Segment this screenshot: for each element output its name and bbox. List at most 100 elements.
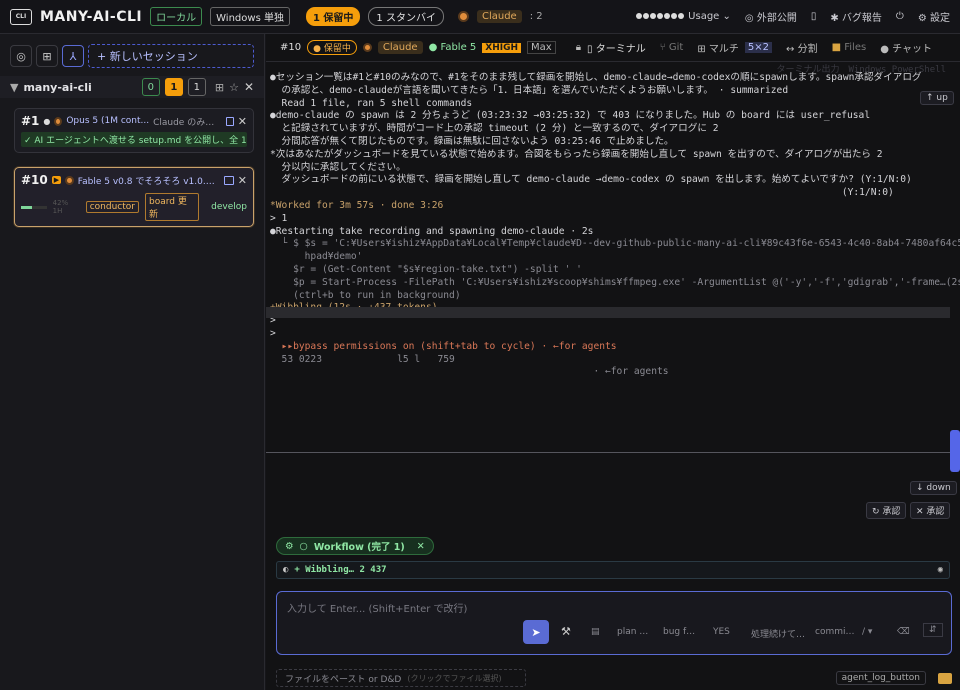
bug-button[interactable]: ✱ バグ報告 xyxy=(830,9,882,24)
star-icon[interactable]: ☆ xyxy=(229,81,239,94)
window-icon[interactable] xyxy=(225,116,234,126)
workflow-chip[interactable]: ⚙ ○ Workflow (完了 1) ✕ xyxy=(276,537,434,555)
main-panel: #10 ● 保留中 Claude ● Fable 5 XHIGH Max 🔒︎ … xyxy=(266,34,960,690)
session-tab-bar: #10 ● 保留中 Claude ● Fable 5 XHIGH Max 🔒︎ … xyxy=(266,34,960,62)
claude-icon xyxy=(362,43,372,52)
slash-menu[interactable]: / ▾ xyxy=(862,627,872,637)
tab-multi[interactable]: ⊞ マルチ xyxy=(697,40,739,55)
session-status: ✓ AI エージェントへ渡せる setup.md を公開し、全 18 個のコ xyxy=(21,132,247,147)
tree-icon[interactable]: ⅄ xyxy=(62,45,84,67)
gear-icon: ⚙ xyxy=(917,13,927,24)
grid-icon[interactable]: ⊞ xyxy=(36,45,58,67)
input-separator xyxy=(266,307,950,318)
play-icon: ▶ xyxy=(51,176,62,184)
quick-continue[interactable]: 処理続けて… xyxy=(751,627,805,640)
reject-button[interactable]: ✕ 承認 xyxy=(910,502,951,519)
dropzone-hint: (クリックでファイル選択) xyxy=(407,673,502,683)
scrollbar-thumb[interactable] xyxy=(950,430,960,472)
tag-conductor[interactable]: conductor xyxy=(85,201,139,213)
scroll-up-button[interactable]: ↑ up xyxy=(920,91,954,105)
claude-badge[interactable]: Claude xyxy=(476,10,522,23)
external-button[interactable]: ◎ 外部公開 xyxy=(745,9,797,24)
effort-badge[interactable]: XHIGH xyxy=(482,42,522,53)
progress-bar xyxy=(21,205,47,209)
session-card-10[interactable]: #10 ▶ Fable 5 v0.8 でそろそろ v1.0.0 が見 ✕ 42%… xyxy=(14,167,254,227)
send-icon: ➤ xyxy=(531,625,541,639)
new-session-button[interactable]: + 新しいセッション xyxy=(88,44,254,68)
doc-icon[interactable]: ▤ xyxy=(591,627,600,637)
activity-row: ◐ + Wibbling… 2 437 ◉ xyxy=(276,561,950,579)
terminal-line: ▸▸bypass permissions on (shift+tab to cy… xyxy=(270,340,617,352)
tab-git[interactable]: ⑂ Git xyxy=(660,42,684,53)
tab-split[interactable]: ↔ 分割 xyxy=(786,40,818,55)
lock-icon[interactable]: 🔒︎ xyxy=(576,42,581,53)
tab-session-number: #10 xyxy=(280,42,302,53)
tab-multi-label: マルチ xyxy=(708,44,739,55)
collapse-icon[interactable]: ▼ xyxy=(10,81,18,94)
file-dropzone[interactable]: ファイルをペースト or D&D (クリックでファイル選択) xyxy=(276,669,526,687)
max-label[interactable]: Max xyxy=(527,41,556,54)
tag-board-update[interactable]: board 更新 xyxy=(144,193,200,221)
quick-commit[interactable]: commi… xyxy=(815,627,855,637)
tab-files-label: Files xyxy=(844,42,867,53)
terminal-line: > 1 xyxy=(270,212,288,224)
terminal-line: ●demo-claude の spawn は 2 分ちょうど (03:23:32… xyxy=(270,110,871,122)
group-header[interactable]: ▼ many-ai-cli 0 1 1 ⊞ ☆ ✕ xyxy=(0,76,264,98)
expand-icon[interactable]: ⇵ xyxy=(923,623,943,637)
power-icon[interactable]: ⏻ xyxy=(896,11,904,22)
quick-yes[interactable]: YES xyxy=(713,627,730,637)
tab-files[interactable]: ■ Files xyxy=(832,42,867,53)
tab-split-label: 分割 xyxy=(797,44,818,55)
close-icon[interactable]: ✕ xyxy=(417,541,425,552)
terminal-line: *Worked for 3m 57s · done 3:26 xyxy=(270,199,444,211)
prompt-placeholder: 入力して Enter... (Shift+Enter で改行) xyxy=(287,604,468,615)
standby-pill[interactable]: 1 スタンバイ xyxy=(368,7,444,26)
window-icon[interactable] xyxy=(224,175,234,185)
terminal-line: > xyxy=(270,327,276,339)
palette-icon[interactable]: ◉ xyxy=(938,565,943,575)
top-bar: CLI MANY-AI-CLI ローカル Windows 単独 1 保留中 1 … xyxy=(0,0,960,34)
close-icon[interactable]: ✕ xyxy=(238,174,247,187)
grid-small-icon[interactable]: ⊞ xyxy=(215,81,224,94)
model-name: Fable 5 xyxy=(440,42,477,53)
settings-button[interactable]: ⚙ 設定 xyxy=(918,9,950,24)
agent-log-button[interactable]: agent_log_button xyxy=(835,671,926,685)
usage-button[interactable]: Usage ⌄ xyxy=(635,11,731,22)
clear-icon[interactable]: ⌫ xyxy=(897,627,910,637)
terminal-line: ダッシュボードの前にいる状態で、録画を開始し直して demo-claude →d… xyxy=(270,174,912,186)
hold-badge: ● 保留中 xyxy=(307,40,357,55)
count-idle: 0 xyxy=(141,78,160,96)
terminal-line: ●Restarting take recording and spawning … xyxy=(270,225,594,237)
tab-terminal[interactable]: ▯ ターミナル xyxy=(587,40,646,55)
layout-badge[interactable]: 5×2 xyxy=(744,42,773,53)
hold-pill[interactable]: 1 保留中 xyxy=(305,7,361,26)
terminal-faded-header: ターミナル出力 Windows PowerShell xyxy=(776,65,946,75)
quick-plan[interactable]: plan … xyxy=(617,627,648,637)
prompt-input[interactable]: 入力して Enter... (Shift+Enter で改行) ➤ ⚒ ▤ pl… xyxy=(276,591,952,655)
target-icon[interactable]: ◎ xyxy=(10,45,32,67)
close-icon[interactable]: ✕ xyxy=(244,80,254,94)
phone-icon[interactable]: ▯ xyxy=(811,11,817,22)
terminal-line: 分以内に承認してください。 xyxy=(270,161,406,173)
session-card-1[interactable]: #1 ● Opus 5 (1M cont... Claude のみってな... … xyxy=(14,108,254,153)
close-icon[interactable]: ✕ xyxy=(238,115,247,128)
send-button[interactable]: ➤ xyxy=(523,620,549,644)
folder-icon[interactable] xyxy=(938,672,952,684)
settings-label: 設定 xyxy=(930,13,950,24)
approve-button[interactable]: ↻ 承認 xyxy=(866,502,907,519)
hammer-icon[interactable]: ⚒ xyxy=(561,625,571,638)
claude-icon xyxy=(65,175,74,185)
scroll-down-button[interactable]: ↓ down xyxy=(910,481,957,495)
usage-label: Usage xyxy=(688,11,720,22)
terminal-output[interactable]: ターミナル出力 Windows PowerShell ●セッション一覧は#1と#… xyxy=(266,62,960,537)
terminal-line: $r = (Get-Content "$s¥region-take.txt") … xyxy=(270,263,582,275)
tab-terminal-label: ターミナル xyxy=(595,44,646,55)
terminal-line: $p = Start-Process -FilePath 'C:¥Users¥i… xyxy=(270,276,960,288)
terminal-line: *次はあなたがダッシュボードを見ている状態で始めます。合図をもらったら録画を開始… xyxy=(270,148,883,160)
tab-chat[interactable]: ● チャット xyxy=(880,40,932,55)
branch-label: develop xyxy=(211,202,247,212)
terminal-line: 53 0223 l5 l 759 xyxy=(270,353,455,365)
bug-label: バグ報告 xyxy=(841,13,882,24)
session-number: #10 xyxy=(21,173,48,187)
quick-bug[interactable]: bug f… xyxy=(663,627,695,637)
